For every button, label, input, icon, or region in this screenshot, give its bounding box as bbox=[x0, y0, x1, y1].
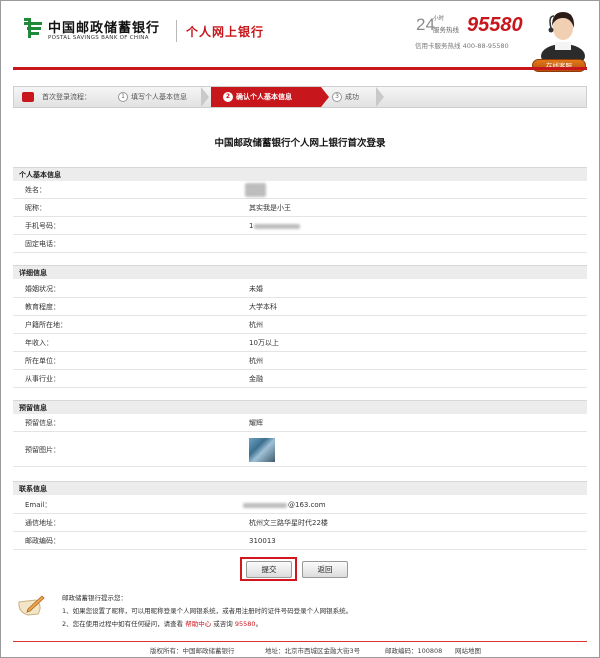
step-chevron-active bbox=[321, 87, 329, 107]
back-button[interactable]: 返回 bbox=[302, 561, 348, 578]
card-hotline: 信用卡服务热线 400-88-95580 bbox=[415, 42, 509, 50]
bank-name-en: POSTAL SAVINGS BANK OF CHINA bbox=[48, 35, 149, 41]
footer-address: 地址：北京市西城区金融大街3号 bbox=[265, 647, 361, 655]
field-label: 婚姻状况： bbox=[25, 285, 60, 293]
field-value: 杭州 bbox=[249, 357, 263, 365]
field-value: @163.com bbox=[288, 501, 326, 509]
field-value: 耀辉 bbox=[249, 419, 263, 427]
table-row: 昵称： 其实我是小王 bbox=[13, 200, 587, 217]
tip-line-2-text: 2、您在使用过程中如有任何疑问，请查看 bbox=[62, 620, 184, 628]
reserved-image bbox=[249, 438, 275, 462]
steps-label: 首次登录流程： bbox=[42, 93, 91, 101]
field-label: 通信地址： bbox=[25, 519, 60, 527]
step-2-active: 2 确认个人基本信息 bbox=[211, 87, 321, 107]
sitemap-link[interactable]: 网站地图 bbox=[455, 645, 481, 655]
table-row: 预留图片： bbox=[13, 433, 587, 467]
step-2-num: 2 bbox=[223, 92, 233, 102]
table-row: 固定电话： bbox=[13, 236, 587, 253]
table-row: 姓名： bbox=[13, 182, 587, 199]
field-value: 杭州文三路华星时代22楼 bbox=[249, 519, 328, 527]
hotline-label: 服务热线 bbox=[433, 26, 459, 34]
step-3-num: 3 bbox=[332, 92, 342, 102]
step-chevron bbox=[376, 87, 384, 107]
table-row: 邮政编码： 310013 bbox=[13, 533, 587, 550]
table-row: 婚姻状况： 未婚 bbox=[13, 281, 587, 298]
service-agent-icon bbox=[541, 12, 585, 60]
postal-bank-logo-icon bbox=[24, 18, 42, 38]
header-red-line bbox=[13, 67, 587, 70]
field-label: 从事行业： bbox=[25, 375, 60, 383]
field-value: 大学本科 bbox=[249, 303, 277, 311]
footer-line bbox=[13, 641, 587, 642]
field-label: 户籍所在地： bbox=[25, 321, 67, 329]
page-title: 中国邮政储蓄银行个人网上银行首次登录 bbox=[214, 138, 386, 149]
field-value: 310013 bbox=[249, 537, 276, 545]
header: 中国邮政储蓄银行 POSTAL SAVINGS BANK OF CHINA 个人… bbox=[0, 0, 600, 72]
tips-title: 邮政储蓄银行提示您： bbox=[62, 594, 127, 602]
table-row: 教育程度： 大学本科 bbox=[13, 299, 587, 316]
field-label: 固定电话： bbox=[25, 240, 60, 248]
section-basic-header: 个人基本信息 bbox=[13, 167, 587, 181]
tip-line-2: 2、您在使用过程中如有任何疑问，请查看 帮助中心 或咨询 95580。 bbox=[62, 618, 262, 628]
step-1: 1 填写个人基本信息 bbox=[118, 87, 187, 107]
table-row: 通信地址： 杭州文三路华星时代22楼 bbox=[13, 515, 587, 532]
tip-line-2-end: 。 bbox=[255, 620, 263, 628]
help-center-link[interactable]: 帮助中心 bbox=[185, 620, 211, 628]
field-label: 预留信息： bbox=[25, 419, 60, 427]
flow-icon bbox=[22, 92, 34, 102]
bank-name-cn: 中国邮政储蓄银行 bbox=[48, 21, 161, 36]
step-3-label: 成功 bbox=[345, 93, 359, 101]
field-label: 手机号码： bbox=[25, 222, 60, 230]
hotline-link: 95580 bbox=[234, 620, 256, 628]
login-steps-bar: 首次登录流程： 1 填写个人基本信息 2 确认个人基本信息 3 成功 bbox=[13, 86, 587, 108]
table-row: 户籍所在地： 杭州 bbox=[13, 317, 587, 334]
table-row: 预留信息： 耀辉 bbox=[13, 415, 587, 432]
submit-button[interactable]: 提交 bbox=[246, 561, 292, 578]
step-1-num: 1 bbox=[118, 92, 128, 102]
table-row: Email： @163.com bbox=[13, 497, 587, 514]
step-3: 3 成功 bbox=[332, 87, 359, 107]
table-row: 从事行业： 金融 bbox=[13, 371, 587, 388]
tip-line-1: 1、如果您设置了昵称，可以用昵称登录个人网银系统，或者用注册时的证件号码登录个人… bbox=[62, 607, 353, 615]
hotline-24-sub: 小时 bbox=[433, 16, 445, 22]
online-service-button[interactable]: 在线客服 bbox=[532, 59, 586, 72]
table-row: 所在单位： 杭州 bbox=[13, 353, 587, 370]
tip-line-2-mid: 或咨询 bbox=[213, 620, 233, 628]
step-chevron bbox=[201, 87, 209, 107]
field-label: 年收入： bbox=[25, 339, 53, 347]
field-value: 1 bbox=[249, 222, 254, 230]
field-value: 杭州 bbox=[249, 321, 263, 329]
table-row: 年收入： 10万以上 bbox=[13, 335, 587, 352]
field-value: 10万以上 bbox=[249, 339, 279, 347]
field-label: 姓名： bbox=[25, 186, 46, 194]
field-label: 邮政编码： bbox=[25, 537, 60, 545]
note-pencil-icon bbox=[18, 595, 45, 616]
field-label: 教育程度： bbox=[25, 303, 60, 311]
redacted-email bbox=[243, 503, 287, 508]
step-2-label: 确认个人基本信息 bbox=[236, 93, 292, 101]
field-value: 金融 bbox=[249, 375, 263, 383]
field-label: 预留图片： bbox=[25, 446, 60, 454]
footer-copyright: 版权所有：中国邮政储蓄银行 bbox=[150, 647, 235, 655]
system-title: 个人网上银行 bbox=[186, 25, 265, 39]
redacted-phone bbox=[254, 224, 300, 229]
field-label: Email： bbox=[25, 501, 52, 509]
hotline-number: 95580 bbox=[467, 14, 523, 36]
section-detail-header: 详细信息 bbox=[13, 265, 587, 279]
step-1-label: 填写个人基本信息 bbox=[131, 93, 187, 101]
redacted-name bbox=[245, 183, 266, 197]
footer-postcode: 邮政编码：100808 bbox=[385, 647, 443, 655]
field-value: 未婚 bbox=[249, 285, 263, 293]
section-reserved-header: 预留信息 bbox=[13, 400, 587, 414]
header-divider bbox=[176, 20, 177, 42]
section-contact-header: 联系信息 bbox=[13, 481, 587, 495]
field-value: 其实我是小王 bbox=[249, 204, 291, 212]
table-row: 手机号码： 1 bbox=[13, 218, 587, 235]
field-label: 所在单位： bbox=[25, 357, 60, 365]
field-label: 昵称： bbox=[25, 204, 46, 212]
